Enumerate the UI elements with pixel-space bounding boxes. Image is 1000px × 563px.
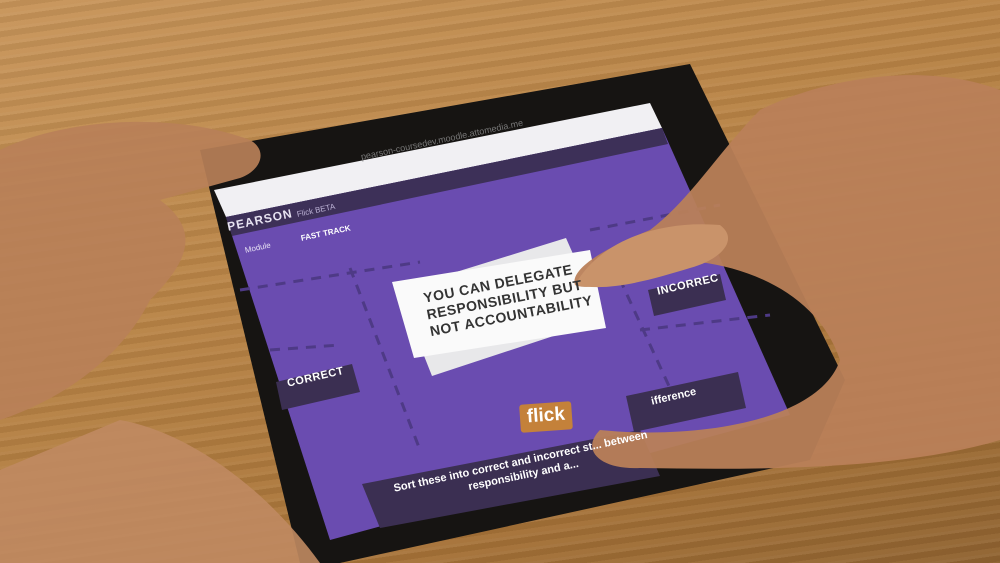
flick-logo: flick: [519, 401, 573, 433]
left-hand: [0, 121, 261, 421]
